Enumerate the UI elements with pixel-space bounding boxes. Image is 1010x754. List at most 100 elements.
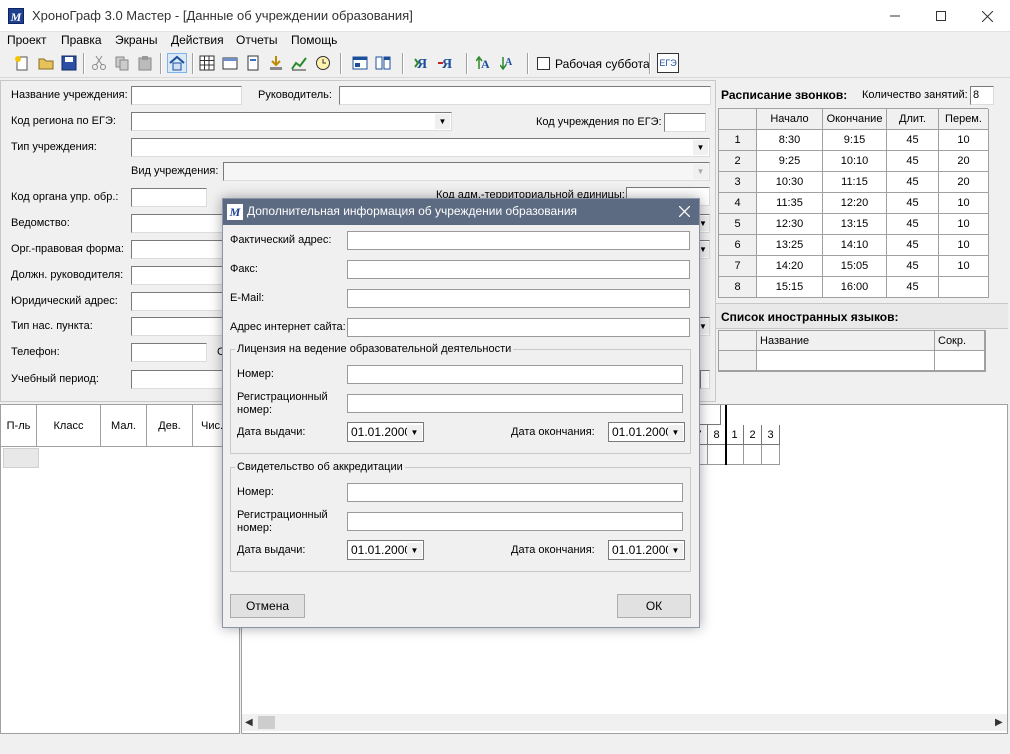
language-ya-icon[interactable]: Я	[412, 53, 432, 73]
dept-select[interactable]	[131, 214, 223, 233]
cancel-button[interactable]: Отмена	[230, 594, 305, 618]
legal-address-input[interactable]	[131, 292, 223, 311]
accreditation-issue-date[interactable]: 01.01.2000 ▼	[347, 540, 424, 560]
bells-cell[interactable]: 12:20	[823, 193, 887, 214]
menu-help[interactable]: Помощь	[291, 33, 337, 47]
license-end-date[interactable]: 01.01.2000 ▼	[608, 422, 685, 442]
bells-cell[interactable]: 11:15	[823, 172, 887, 193]
saturday-checkbox[interactable]	[537, 57, 550, 70]
table-row[interactable]	[3, 448, 39, 468]
accreditation-end-date[interactable]: 01.01.2000 ▼	[608, 540, 685, 560]
menu-actions[interactable]: Действия	[171, 33, 224, 47]
cut-icon[interactable]	[89, 53, 109, 73]
bells-cell[interactable]: 11:35	[757, 193, 823, 214]
paste-icon[interactable]	[135, 53, 155, 73]
accreditation-reg-input[interactable]	[347, 512, 683, 531]
bells-cell[interactable]: 20	[939, 172, 989, 193]
maximize-icon[interactable]	[918, 0, 964, 32]
legal-form-select[interactable]	[131, 240, 223, 259]
bells-cell[interactable]: 13:15	[823, 214, 887, 235]
font-decrease-icon[interactable]: A	[498, 53, 518, 73]
ege-button[interactable]: ЕГЭ	[657, 53, 679, 73]
window-layout-icon[interactable]	[350, 53, 370, 73]
phone-input[interactable]	[131, 343, 207, 362]
bells-cell[interactable]: 15:15	[757, 277, 823, 298]
schedule-cell[interactable]	[762, 445, 780, 465]
bells-cell[interactable]: 45	[887, 151, 939, 172]
document-icon[interactable]	[243, 53, 263, 73]
bells-cell[interactable]: 45	[887, 235, 939, 256]
bells-cell[interactable]: 8:30	[757, 130, 823, 151]
open-folder-icon[interactable]	[36, 53, 56, 73]
font-increase-icon[interactable]: A	[474, 53, 494, 73]
menu-project[interactable]: Проект	[7, 33, 47, 47]
clock-icon[interactable]	[313, 53, 333, 73]
position-input[interactable]	[131, 266, 223, 285]
bells-cell[interactable]: 10	[939, 193, 989, 214]
bells-cell[interactable]: 14:10	[823, 235, 887, 256]
name-input[interactable]	[131, 86, 242, 105]
schedule-cell[interactable]	[744, 445, 762, 465]
bells-cell[interactable]: 10:30	[757, 172, 823, 193]
menu-edit[interactable]: Правка	[61, 33, 102, 47]
kind-select[interactable]: ▼	[223, 162, 710, 181]
study-period-input[interactable]	[131, 370, 223, 389]
fax-input[interactable]	[347, 260, 690, 279]
scrollbar-thumb[interactable]	[258, 716, 275, 729]
bells-cell[interactable]: 9:25	[757, 151, 823, 172]
bells-cell[interactable]: 45	[887, 172, 939, 193]
scroll-right-icon[interactable]: ▶	[995, 717, 1003, 728]
menu-reports[interactable]: Отчеты	[236, 33, 277, 47]
bells-cell[interactable]: 14:20	[757, 256, 823, 277]
website-input[interactable]	[347, 318, 690, 337]
region-code-select[interactable]: ▼	[131, 112, 452, 131]
close-icon[interactable]	[964, 0, 1010, 32]
study-period-input-end[interactable]	[700, 370, 710, 389]
bells-cell[interactable]: 10	[939, 130, 989, 151]
bells-cell[interactable]: 45	[887, 277, 939, 298]
bells-cell[interactable]: 10	[939, 235, 989, 256]
scroll-left-icon[interactable]: ◀	[245, 717, 253, 728]
split-layout-icon[interactable]	[373, 53, 393, 73]
bells-cell[interactable]	[939, 277, 989, 298]
ok-button[interactable]: ОК	[617, 594, 691, 618]
lesson-count-input[interactable]: 8	[970, 86, 994, 105]
bells-cell[interactable]: 20	[939, 151, 989, 172]
bells-cell[interactable]: 10	[939, 214, 989, 235]
license-number-input[interactable]	[347, 365, 683, 384]
schedule-cell[interactable]	[726, 445, 744, 465]
org-code-input[interactable]	[131, 188, 207, 207]
type-select[interactable]: ▼	[131, 138, 710, 157]
bells-cell[interactable]: 15:05	[823, 256, 887, 277]
horizontal-scrollbar[interactable]	[242, 714, 1007, 731]
copy-icon[interactable]	[112, 53, 132, 73]
folder-list-icon[interactable]	[220, 53, 240, 73]
bells-cell[interactable]: 9:15	[823, 130, 887, 151]
bells-cell[interactable]: 45	[887, 256, 939, 277]
settlement-select[interactable]	[131, 317, 223, 336]
bells-cell[interactable]: 12:30	[757, 214, 823, 235]
bells-cell[interactable]: 45	[887, 130, 939, 151]
home-icon[interactable]	[167, 53, 187, 73]
chart-icon[interactable]	[289, 53, 309, 73]
import-arrow-icon[interactable]	[266, 53, 286, 73]
bells-cell[interactable]: 45	[887, 214, 939, 235]
email-input[interactable]	[347, 289, 690, 308]
inst-code-input[interactable]	[664, 113, 706, 132]
menu-screens[interactable]: Экраны	[115, 33, 157, 47]
accreditation-number-input[interactable]	[347, 483, 683, 502]
bells-cell[interactable]: 13:25	[757, 235, 823, 256]
bells-cell[interactable]: 10	[939, 256, 989, 277]
minimize-icon[interactable]	[872, 0, 918, 32]
license-reg-input[interactable]	[347, 394, 683, 413]
table-row[interactable]	[935, 351, 985, 371]
bells-cell[interactable]: 10:10	[823, 151, 887, 172]
new-project-icon[interactable]	[12, 53, 32, 73]
table-row[interactable]	[719, 351, 757, 371]
bells-cell[interactable]: 16:00	[823, 277, 887, 298]
table-row[interactable]	[757, 351, 935, 371]
bells-cell[interactable]: 45	[887, 193, 939, 214]
save-disk-icon[interactable]	[59, 53, 79, 73]
close-icon[interactable]	[678, 205, 691, 220]
language-ya-alt-icon[interactable]: Я	[436, 53, 456, 73]
